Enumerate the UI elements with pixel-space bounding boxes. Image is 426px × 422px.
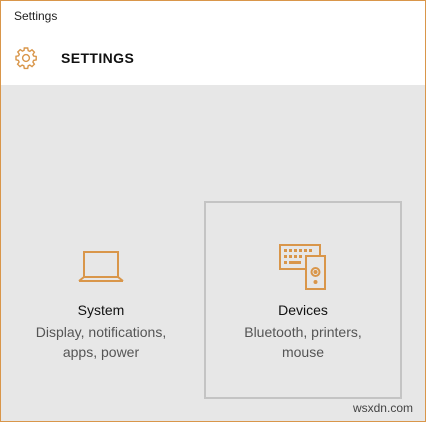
system-tile[interactable]: System Display, notifications, apps, pow… xyxy=(3,201,199,399)
devices-tile-desc-line2: mouse xyxy=(281,344,325,360)
devices-tile[interactable]: Devices Bluetooth, printers, mouse xyxy=(204,201,402,399)
page-header: SETTINGS xyxy=(1,31,425,85)
watermark-text: wsxdn.com xyxy=(352,401,413,415)
system-tile-desc-line2: apps, power xyxy=(62,344,140,360)
title-bar[interactable]: Settings xyxy=(1,1,425,31)
page-title: SETTINGS xyxy=(61,50,135,66)
devices-icon xyxy=(278,243,328,296)
devices-tile-desc-line1: Bluetooth, printers, xyxy=(244,324,362,340)
system-tile-desc-line1: Display, notifications, xyxy=(35,324,167,340)
devices-tile-description: Bluetooth, printers, mouse xyxy=(206,322,400,362)
devices-tile-name: Devices xyxy=(278,302,328,318)
window-title: Settings xyxy=(14,9,58,23)
system-tile-name: System xyxy=(77,302,125,318)
settings-window: Settings SETTINGS System Display, notifi… xyxy=(0,0,426,422)
laptop-icon xyxy=(77,250,125,291)
gear-icon xyxy=(13,45,39,71)
system-tile-description: Display, notifications, apps, power xyxy=(3,322,199,362)
